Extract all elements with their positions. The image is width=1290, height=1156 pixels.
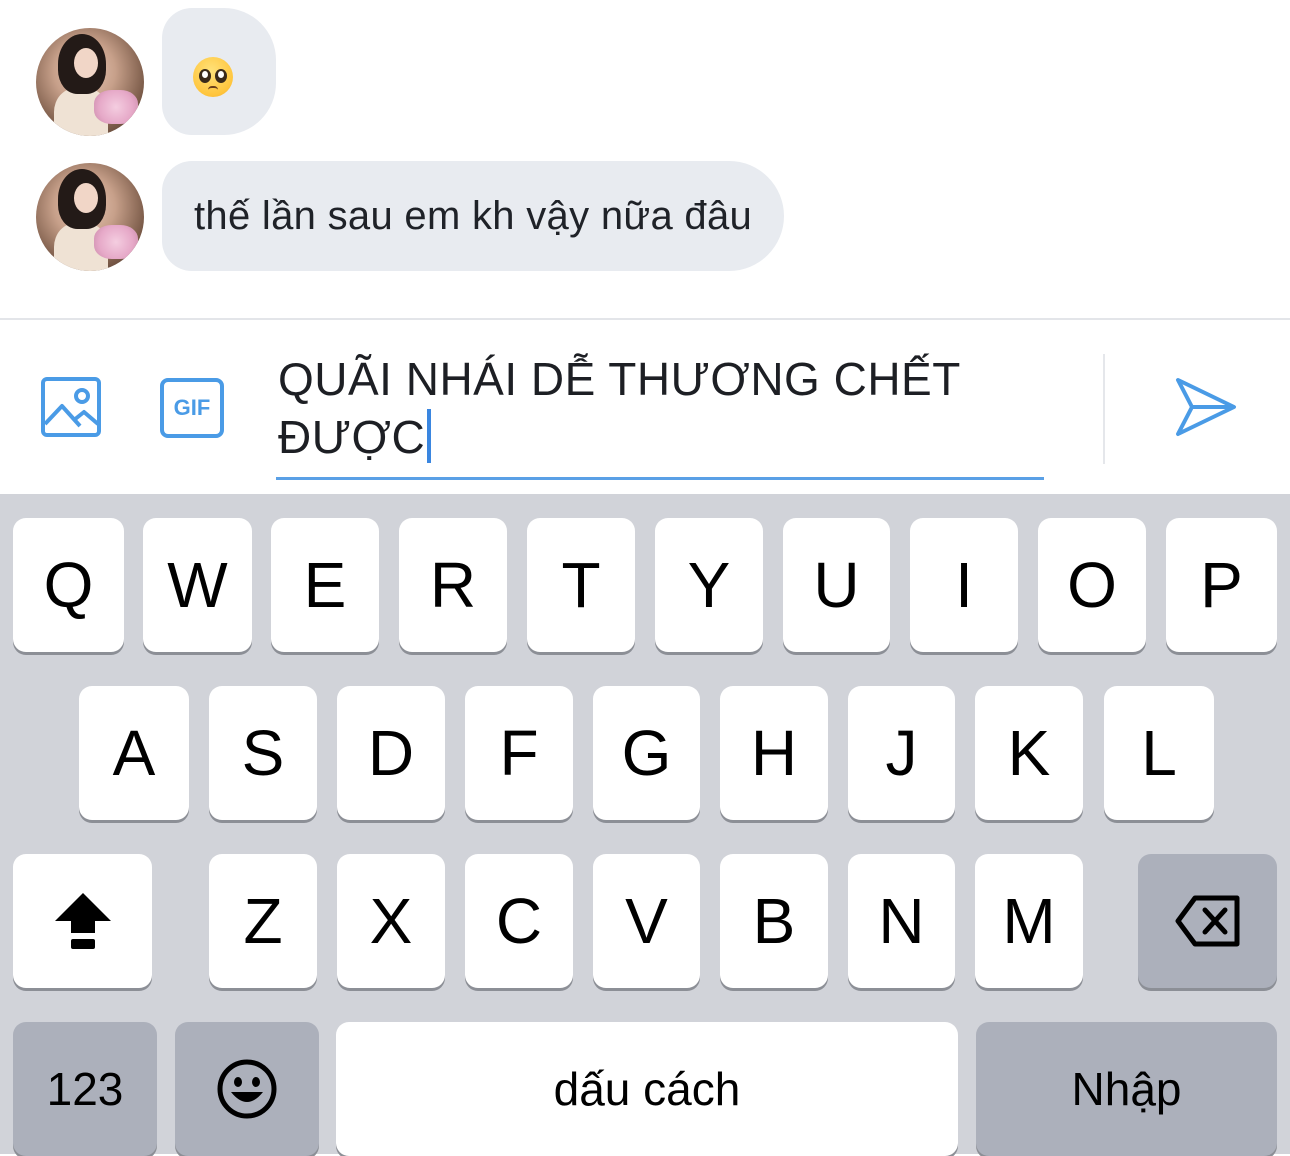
- key-r[interactable]: R: [399, 518, 507, 652]
- key-a[interactable]: A: [79, 686, 189, 820]
- key-e[interactable]: E: [271, 518, 379, 652]
- key-w[interactable]: W: [143, 518, 252, 652]
- key-d[interactable]: D: [337, 686, 445, 820]
- key-n[interactable]: N: [848, 854, 955, 988]
- backspace-icon: [1175, 895, 1239, 947]
- key-j[interactable]: J: [848, 686, 955, 820]
- avatar[interactable]: [36, 28, 144, 136]
- key-u[interactable]: U: [783, 518, 890, 652]
- key-o[interactable]: O: [1038, 518, 1146, 652]
- message-input[interactable]: QUÃI NHÁI DỄ THƯƠNG CHẾT ĐƯỢC: [276, 350, 1044, 480]
- message-input-value: QUÃI NHÁI DỄ THƯƠNG CHẾT ĐƯỢC: [278, 353, 960, 463]
- gif-label: GIF: [173, 395, 211, 420]
- message-text: thế lần sau em kh vậy nữa đâu: [194, 194, 753, 238]
- message-list: thế lần sau em kh vậy nữa đâu: [0, 0, 1290, 318]
- key-k[interactable]: K: [975, 686, 1083, 820]
- key-y[interactable]: Y: [655, 518, 763, 652]
- virtual-keyboard: Q W E R T Y U I O P A S D F G H J K L Z …: [0, 494, 1290, 1156]
- key-z[interactable]: Z: [209, 854, 317, 988]
- message-composer: GIF QUÃI NHÁI DỄ THƯƠNG CHẾT ĐƯỢC: [0, 318, 1290, 494]
- key-s[interactable]: S: [209, 686, 317, 820]
- avatar[interactable]: [36, 163, 144, 271]
- key-b[interactable]: B: [720, 854, 828, 988]
- backspace-key[interactable]: [1138, 854, 1277, 988]
- message-bubble[interactable]: thế lần sau em kh vậy nữa đâu: [162, 161, 785, 271]
- key-i[interactable]: I: [910, 518, 1018, 652]
- key-f[interactable]: F: [465, 686, 573, 820]
- key-h[interactable]: H: [720, 686, 828, 820]
- image-icon[interactable]: [40, 376, 102, 438]
- key-g[interactable]: G: [593, 686, 700, 820]
- send-icon[interactable]: [1172, 376, 1238, 438]
- space-key[interactable]: dấu cách: [336, 1022, 958, 1156]
- key-m[interactable]: M: [975, 854, 1083, 988]
- shift-key[interactable]: [13, 854, 152, 988]
- text-cursor: [427, 409, 432, 463]
- key-x[interactable]: X: [337, 854, 445, 988]
- emoji-keyboard-key[interactable]: [175, 1022, 319, 1156]
- message-bubble[interactable]: [162, 8, 276, 135]
- key-l[interactable]: L: [1104, 686, 1214, 820]
- numbers-key[interactable]: 123: [13, 1022, 157, 1156]
- pleading-face-emoji: [193, 57, 233, 97]
- key-v[interactable]: V: [593, 854, 700, 988]
- key-c[interactable]: C: [465, 854, 573, 988]
- key-q[interactable]: Q: [13, 518, 124, 652]
- shift-icon: [54, 893, 111, 949]
- key-t[interactable]: T: [527, 518, 635, 652]
- divider: [1103, 354, 1105, 464]
- emoji-keyboard-icon: [217, 1059, 277, 1119]
- gif-icon[interactable]: GIF: [160, 378, 224, 438]
- key-p[interactable]: P: [1166, 518, 1277, 652]
- return-key[interactable]: Nhập: [976, 1022, 1277, 1156]
